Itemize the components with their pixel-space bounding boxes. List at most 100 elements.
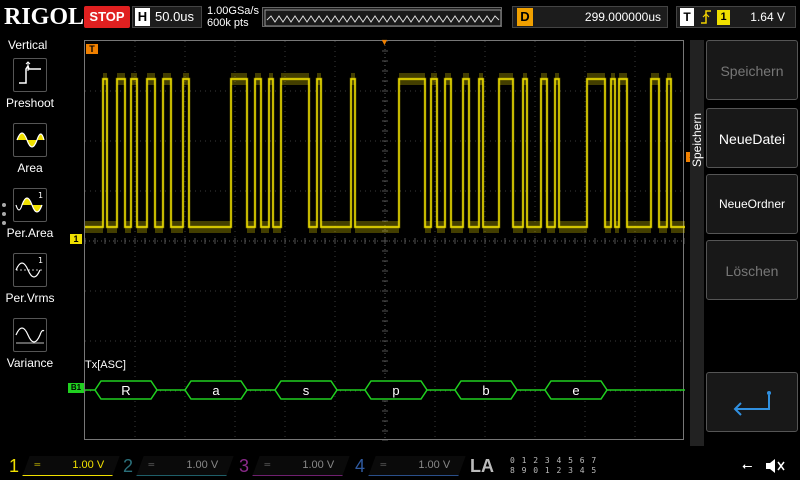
ch1-noise-band: [659, 221, 667, 233]
ch1-noise-band: [309, 221, 317, 233]
svg-text:1: 1: [38, 256, 43, 265]
ch1-noise-band: [147, 73, 155, 85]
timebase-box[interactable]: H 50.0us: [132, 6, 202, 28]
channel4-scale: 1.00 V: [418, 459, 451, 471]
variance-label: Variance: [6, 356, 54, 370]
bus-decoded-char: a: [212, 383, 220, 398]
ch1-noise-band: [183, 73, 189, 85]
ch1-noise-band: [171, 221, 183, 233]
ch1-noise-band: [117, 73, 125, 85]
ch1-noise-band: [103, 73, 107, 85]
trigger-box[interactable]: T 1 1.64 V: [676, 6, 796, 28]
channel1-box[interactable]: 1 ═ 1.00 V: [4, 454, 120, 478]
timebase-value: 50.0us: [155, 9, 195, 24]
ch1-noise-band: [351, 73, 355, 85]
channel1-scale: 1.00 V: [72, 459, 105, 471]
ch1-noise-band: [431, 73, 437, 85]
ch1-noise-band: [255, 73, 261, 85]
save-button-label: Speichern: [720, 63, 784, 79]
new-folder-button[interactable]: NeueOrdner: [706, 174, 798, 234]
ch1-noise-band: [555, 73, 559, 85]
ch1-noise-band: [125, 221, 131, 233]
bus-decoded-char: e: [572, 383, 579, 398]
ch1-noise-band: [651, 73, 659, 85]
channel1-number: 1: [8, 456, 19, 476]
delay-box[interactable]: D 299.000000us: [512, 6, 668, 28]
channel3-box[interactable]: 3 ═ 1.00 V: [234, 454, 350, 478]
save-button[interactable]: Speichern: [706, 40, 798, 100]
channel3-number: 3: [238, 456, 249, 476]
channel1-scale-box: ═ 1.00 V: [22, 456, 120, 476]
bus-decoded-char: p: [392, 383, 399, 398]
channel1-offset-marker[interactable]: 1: [70, 234, 82, 244]
save-menu: Speichern Speichern NeueDatei NeueOrdner…: [690, 36, 800, 452]
channel4-box[interactable]: 4 ═ 1.00 V: [350, 454, 466, 478]
ch1-noise-band: [189, 221, 231, 233]
logic-analyzer-button[interactable]: LA: [470, 456, 494, 477]
channel2-scale-box: ═ 1.00 V: [136, 456, 234, 476]
ch1-noise-band: [671, 221, 685, 233]
ch1-noise-band: [559, 221, 587, 233]
channel2-box[interactable]: 2 ═ 1.00 V: [118, 454, 234, 478]
ch1-noise-band: [527, 221, 541, 233]
bus-offset-marker[interactable]: B1: [68, 383, 84, 393]
trigger-time-marker[interactable]: ▼: [380, 37, 389, 47]
measure-variance[interactable]: Variance: [0, 316, 60, 378]
ch1-noise-band: [611, 73, 615, 85]
ch1-noise-band: [155, 221, 163, 233]
ch1-noise-band: [615, 221, 619, 233]
waveform-display[interactable]: Ra s p b e Tx[ASC]: [84, 40, 685, 441]
channel3-scale-box: ═ 1.00 V: [252, 456, 350, 476]
ch1-noise-band: [479, 73, 483, 85]
ch1-noise-band: [425, 221, 431, 233]
ch1-noise-band: [269, 73, 273, 85]
ch1-noise-band: [483, 221, 499, 233]
ch1-noise-band: [231, 73, 247, 85]
usb-icon: ⭠: [742, 458, 753, 473]
run-status-badge[interactable]: STOP: [84, 6, 130, 28]
memory-waveform-icon: [264, 9, 501, 26]
ch1-noise-band: [399, 73, 425, 85]
ch1-noise-band: [451, 221, 463, 233]
trigger-position-marker[interactable]: T: [86, 44, 98, 54]
bus-decoded-char: s: [303, 383, 310, 398]
preshoot-label: Preshoot: [5, 96, 55, 110]
measure-area[interactable]: Area: [0, 121, 60, 183]
return-button[interactable]: [706, 372, 798, 432]
trigger-source: 1: [717, 10, 730, 25]
memory-depth: 600k pts: [207, 17, 249, 29]
ch1-noise-band: [627, 221, 651, 233]
ch1-noise-band: [499, 73, 513, 85]
ch1-noise-band: [513, 221, 523, 233]
rising-edge-icon: [699, 9, 713, 28]
speaker-muted-icon[interactable]: [764, 457, 786, 478]
ch1-noise-band: [281, 73, 309, 85]
save-menu-tab: Speichern: [690, 40, 704, 446]
ch1-noise-band: [85, 221, 103, 233]
ch1-noise-band: [131, 73, 137, 85]
delay-value: 299.000000us: [584, 10, 661, 24]
ch1-noise-band: [469, 221, 479, 233]
ch1-noise-band: [463, 73, 469, 85]
return-arrow-icon: [733, 391, 771, 416]
trigger-level: 1.64 V: [750, 10, 785, 24]
ch1-noise-band: [587, 73, 605, 85]
measure-period-vrms[interactable]: 1 Per.Vrms: [0, 251, 60, 313]
measure-period-area[interactable]: 1 Per.Area: [0, 186, 60, 248]
channel4-scale-box: ═ 1.00 V: [368, 456, 466, 476]
brand-logo: RIGOL: [4, 4, 85, 30]
logic-channel-map: 0 1 2 3 4 5 6 7 8 9 0 1 2 3 4 5: [510, 456, 598, 476]
timebase-label: H: [135, 8, 150, 26]
channel2-scale: 1.00 V: [186, 459, 219, 471]
ch1-noise-band: [523, 73, 527, 85]
variance-icon: [13, 318, 47, 352]
delete-button[interactable]: Löschen: [706, 240, 798, 300]
delay-label: D: [517, 8, 533, 26]
channel-status-bar: 1 ═ 1.00 V 2 ═ 1.00 V 3 ═ 1.00 V 4 ═ 1.00 V …: [0, 452, 800, 480]
vertical-menu-title: Vertical: [8, 38, 48, 52]
area-icon: [13, 123, 47, 157]
measure-preshoot[interactable]: Preshoot: [0, 56, 60, 118]
channel4-number: 4: [354, 456, 365, 476]
new-file-button[interactable]: NeueDatei: [706, 108, 798, 168]
menu-page-dots: [2, 203, 6, 230]
